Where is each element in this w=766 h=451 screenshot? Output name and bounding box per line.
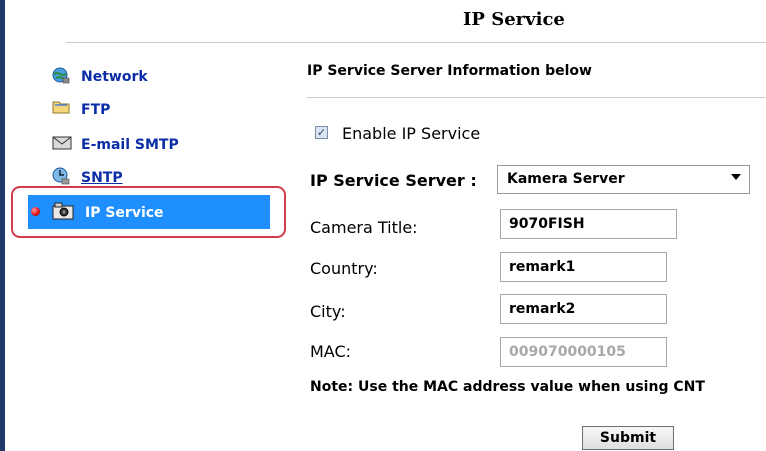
envelope-icon — [52, 136, 72, 150]
city-input[interactable] — [500, 294, 667, 324]
country-input[interactable] — [500, 252, 667, 282]
sidebar-item-label: IP Service — [85, 205, 164, 221]
enable-ip-service-label: Enable IP Service — [342, 124, 481, 143]
ip-service-server-select[interactable]: Kamera Server — [497, 165, 750, 194]
red-bullet-icon — [31, 207, 40, 216]
page-title: IP Service — [463, 9, 565, 30]
submit-button[interactable]: Submit — [582, 426, 674, 450]
camera-icon — [52, 202, 74, 220]
left-edge-bar — [0, 0, 5, 451]
mac-label: MAC: — [310, 342, 352, 361]
globe-network-icon — [52, 67, 70, 84]
sidebar-item-label: E-mail SMTP — [81, 137, 179, 153]
city-label: City: — [310, 302, 346, 321]
clock-globe-icon — [52, 167, 70, 185]
ip-service-server-label: IP Service Server : — [310, 171, 477, 190]
sidebar-item-ftp[interactable]: FTP — [52, 99, 112, 121]
sidebar-item-network[interactable]: Network — [52, 66, 162, 88]
sidebar-item-email-smtp[interactable]: E-mail SMTP — [52, 134, 192, 156]
enable-ip-service-checkbox[interactable]: ✓ — [315, 126, 328, 139]
sidebar-item-sntp[interactable]: SNTP — [52, 167, 132, 189]
chevron-down-icon[interactable] — [731, 174, 741, 180]
camera-title-label: Camera Title: — [310, 218, 418, 237]
mac-note: Note: Use the MAC address value when usi… — [310, 379, 705, 395]
sidebar-item-label: Network — [81, 69, 148, 85]
ip-service-server-value: Kamera Server — [507, 171, 625, 187]
sidebar-item-ip-service[interactable]: IP Service — [52, 202, 262, 224]
section-heading: IP Service Server Information below — [307, 63, 592, 79]
camera-title-input[interactable] — [500, 209, 677, 239]
country-label: Country: — [310, 259, 378, 278]
mac-input — [500, 337, 667, 367]
sidebar-item-label: FTP — [81, 102, 111, 118]
folder-icon — [52, 101, 70, 114]
divider — [307, 97, 766, 98]
sidebar-item-label: SNTP — [81, 170, 123, 186]
divider — [66, 42, 766, 43]
